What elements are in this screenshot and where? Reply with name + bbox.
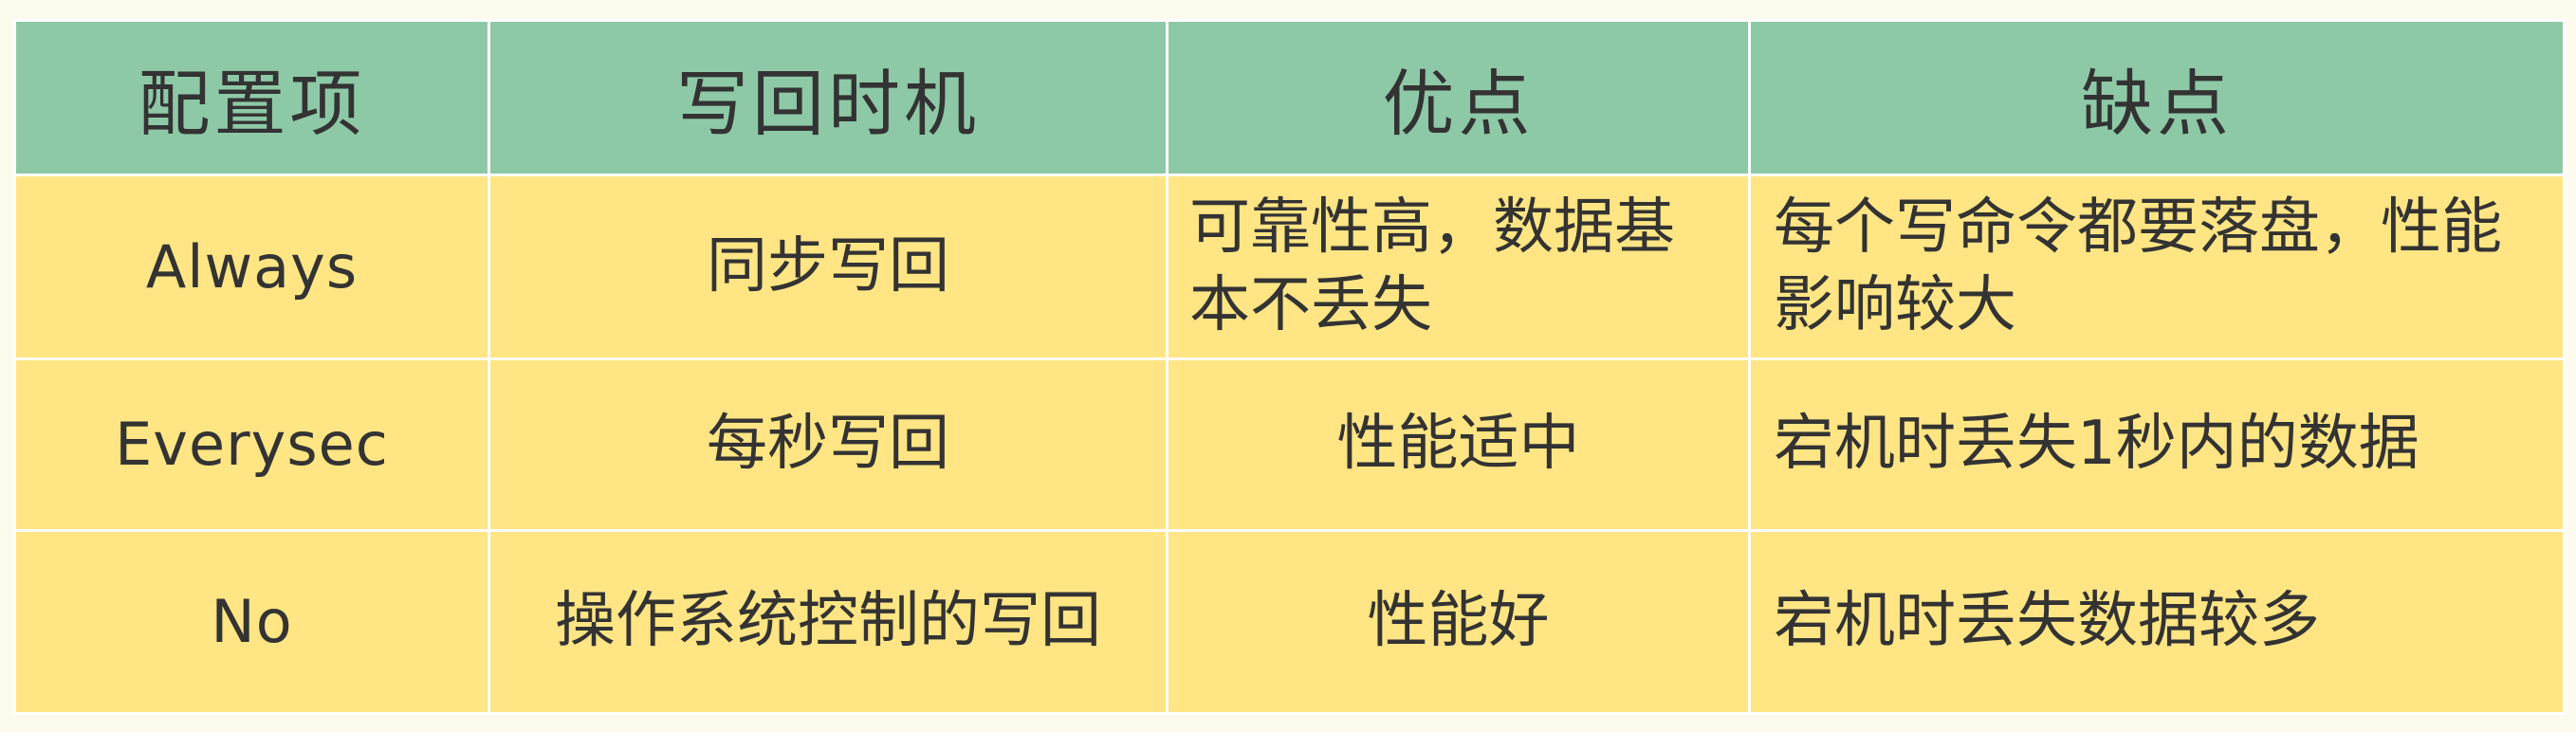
table-body: Always 同步写回 可靠性高，数据基本不丢失 每个写命令都要落盘，性能影响较… — [13, 173, 2566, 716]
header-row: 配置项 写回时机 优点 缺点 — [13, 19, 2566, 176]
header-timing: 写回时机 — [488, 19, 1168, 176]
header-cons: 缺点 — [1748, 19, 2566, 176]
cell-timing: 同步写回 — [488, 173, 1168, 361]
cell-cons: 宕机时丢失1秒内的数据 — [1748, 357, 2566, 532]
table-header: 配置项 写回时机 优点 缺点 — [13, 19, 2566, 176]
cell-timing: 操作系统控制的写回 — [488, 528, 1168, 716]
cell-timing: 每秒写回 — [488, 357, 1168, 532]
cell-pros: 性能好 — [1166, 528, 1751, 716]
cell-config: Always — [13, 173, 490, 361]
table-row: No 操作系统控制的写回 性能好 宕机时丢失数据较多 — [13, 528, 2566, 716]
cell-config: Everysec — [13, 357, 490, 532]
cell-pros: 性能适中 — [1166, 357, 1751, 532]
table-row: Always 同步写回 可靠性高，数据基本不丢失 每个写命令都要落盘，性能影响较… — [13, 173, 2566, 361]
aof-policy-table-container: 配置项 写回时机 优点 缺点 Always 同步写回 可靠性高，数据基本不丢失 … — [13, 19, 2566, 716]
aof-policy-table: 配置项 写回时机 优点 缺点 Always 同步写回 可靠性高，数据基本不丢失 … — [13, 19, 2566, 716]
table-row: Everysec 每秒写回 性能适中 宕机时丢失1秒内的数据 — [13, 357, 2566, 532]
cell-cons: 每个写命令都要落盘，性能影响较大 — [1748, 173, 2566, 361]
cell-pros: 可靠性高，数据基本不丢失 — [1166, 173, 1751, 361]
header-pros: 优点 — [1166, 19, 1751, 176]
cell-cons: 宕机时丢失数据较多 — [1748, 528, 2566, 716]
header-config: 配置项 — [13, 19, 490, 176]
cell-config: No — [13, 528, 490, 716]
